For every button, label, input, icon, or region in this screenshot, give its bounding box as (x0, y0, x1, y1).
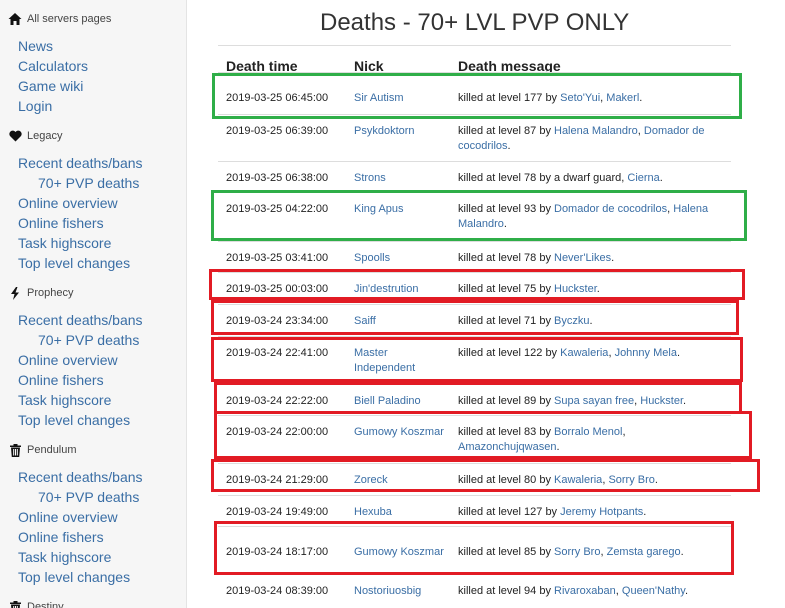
heart-icon (8, 129, 22, 143)
table-row: 2019-03-25 06:39:00 Psykdoktorn killed at … (218, 114, 731, 162)
nick-link[interactable]: Strons (354, 171, 444, 186)
section-label-prophecy: Prophecy (27, 287, 74, 299)
red-highlight-box (209, 269, 745, 300)
sidebar-legacy-task-highscore[interactable]: Task highscore (18, 235, 111, 251)
home-icon (8, 12, 22, 26)
sidebar-prophecy-task-highscore[interactable]: Task highscore (18, 392, 111, 408)
section-label-destiny: Destiny (27, 601, 64, 608)
sidebar-legacy-recent-deaths-bans[interactable]: Recent deaths/bans (18, 155, 143, 171)
sidebar-prophecy-online-overview[interactable]: Online overview (18, 352, 118, 368)
red-highlight-box (211, 300, 739, 335)
sidebar-link-news[interactable]: News (18, 38, 53, 54)
green-highlight-box (211, 190, 747, 241)
red-highlight-box (211, 459, 760, 492)
sidebar-legacy-70-pvp-deaths[interactable]: 70+ PVP deaths (38, 175, 139, 191)
sidebar-pendulum-70-pvp-deaths[interactable]: 70+ PVP deaths (38, 489, 139, 505)
death-time: 2019-03-25 03:41:00 (226, 252, 329, 264)
trash-icon (8, 600, 22, 608)
sidebar-pendulum-task-highscore[interactable]: Task highscore (18, 549, 111, 565)
message-text: killed at level 127 by (458, 506, 561, 518)
sidebar-prophecy-70-pvp-deaths[interactable]: 70+ PVP deaths (38, 332, 139, 348)
section-header-legacy: Legacy (8, 128, 62, 144)
all-servers-header: All servers pages (8, 11, 111, 27)
sidebar: All servers pages News Calculators Game wi… (0, 0, 187, 608)
nick-link[interactable]: Psykdoktorn (354, 124, 444, 139)
sidebar-prophecy-top-level-changes[interactable]: Top level changes (18, 412, 130, 428)
red-highlight-box (214, 411, 752, 459)
trash-icon (8, 443, 22, 457)
sidebar-prophecy-online-fishers[interactable]: Online fishers (18, 372, 104, 388)
all-servers-label: All servers pages (27, 13, 112, 25)
deaths-table: Death time Nick Death message 2019-03-25… (218, 45, 731, 597)
nick-link[interactable]: Spoolls (354, 251, 444, 266)
sidebar-prophecy-recent-deaths-bans[interactable]: Recent deaths/bans (18, 312, 143, 328)
killer-link[interactable]: Queen'Nathy (622, 585, 685, 597)
sidebar-legacy-top-level-changes[interactable]: Top level changes (18, 255, 130, 271)
red-highlight-box (214, 521, 734, 575)
killer-link[interactable]: Rivaroxaban (554, 585, 616, 597)
death-message: killed at level 94 by Rivaroxaban, Queen… (458, 585, 688, 597)
section-label-pendulum: Pendulum (27, 444, 77, 456)
death-time: 2019-03-25 06:39:00 (226, 125, 329, 137)
sidebar-pendulum-recent-deaths-bans[interactable]: Recent deaths/bans (18, 469, 143, 485)
death-message: killed at level 127 by Jeremy Hotpants. (458, 506, 647, 518)
main-content: Deaths - 70+ LVL PVP ONLY Death time Nic… (187, 0, 785, 608)
sidebar-legacy-online-fishers[interactable]: Online fishers (18, 215, 104, 231)
death-message: killed at level 78 by a dwarf guard, Cie… (458, 172, 663, 184)
table-row: 2019-03-24 08:39:00 Nostoriuosbig killed a… (218, 574, 731, 606)
sidebar-link-calculators[interactable]: Calculators (18, 58, 88, 74)
death-time: 2019-03-24 08:39:00 (226, 585, 329, 597)
message-text: killed at level 87 by (458, 125, 554, 137)
message-text: killed at level 94 by (458, 585, 554, 597)
section-header-pendulum: Pendulum (8, 442, 77, 458)
section-label-legacy: Legacy (27, 130, 63, 142)
killer-link[interactable]: Never'Likes (554, 252, 611, 264)
section-header-destiny: Destiny (8, 599, 64, 608)
sidebar-link-login[interactable]: Login (18, 98, 52, 114)
death-time: 2019-03-24 19:49:00 (226, 506, 329, 518)
sidebar-pendulum-online-fishers[interactable]: Online fishers (18, 529, 104, 545)
message-text: killed at level 78 by (458, 252, 554, 264)
death-time: 2019-03-25 06:38:00 (226, 172, 329, 184)
message-text: killed at level 78 by a dwarf guard, (458, 172, 628, 184)
sidebar-link-game-wiki[interactable]: Game wiki (18, 78, 83, 94)
nick-link[interactable]: Hexuba (354, 505, 444, 520)
death-message: killed at level 87 by Halena Malandro, D… (458, 125, 705, 152)
section-header-prophecy: Prophecy (8, 285, 73, 301)
red-highlight-box (214, 382, 742, 414)
killer-link[interactable]: Cierna (627, 172, 659, 184)
table-row: 2019-03-25 06:38:00 Strons killed at level… (218, 161, 731, 193)
nick-link[interactable]: Nostoriuosbig (354, 584, 444, 599)
sidebar-legacy-online-overview[interactable]: Online overview (18, 195, 118, 211)
bolt-icon (8, 286, 22, 300)
killer-link[interactable]: Jeremy Hotpants (560, 506, 643, 518)
sidebar-pendulum-online-overview[interactable]: Online overview (18, 509, 118, 525)
red-highlight-box (211, 337, 743, 382)
death-message: killed at level 78 by Never'Likes. (458, 252, 615, 264)
green-highlight-box (212, 73, 742, 119)
killer-link[interactable]: Halena Malandro (554, 125, 638, 137)
sidebar-pendulum-top-level-changes[interactable]: Top level changes (18, 569, 130, 585)
